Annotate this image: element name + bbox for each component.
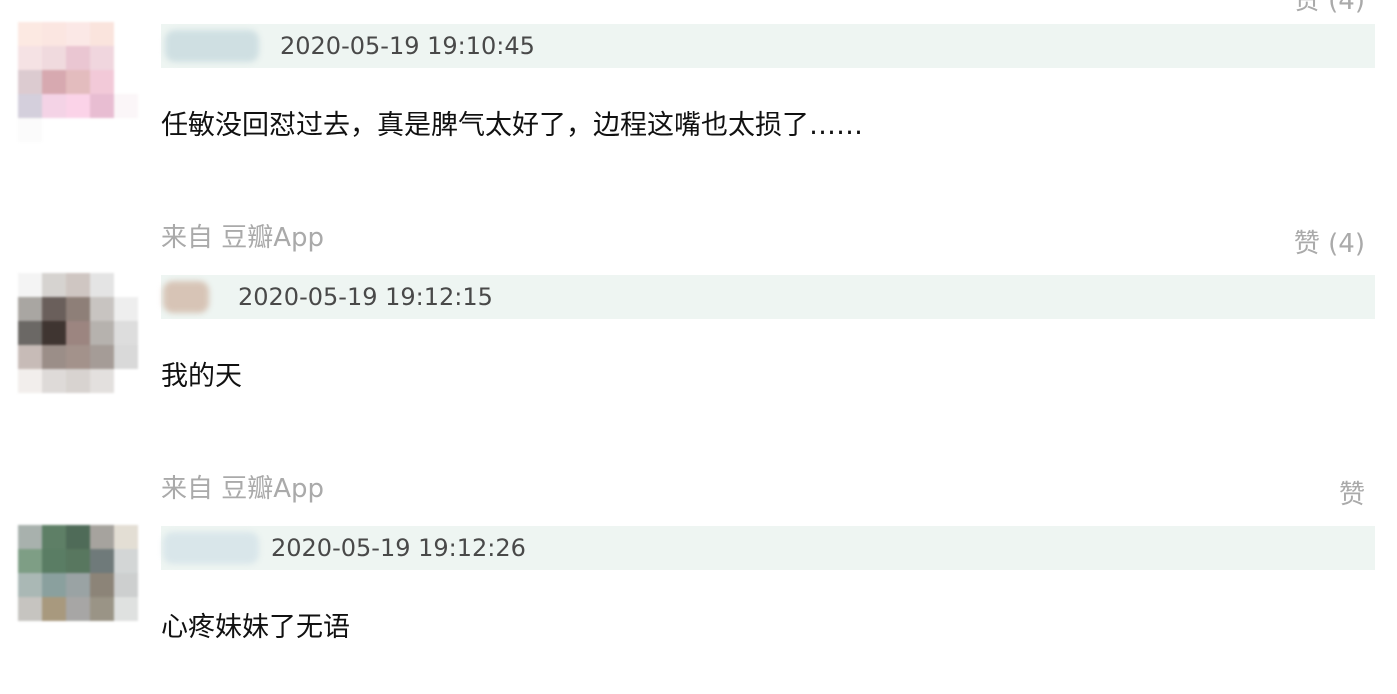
avatar-mosaic-cell <box>90 297 114 321</box>
avatar-mosaic-cell <box>90 22 114 46</box>
like-button[interactable]: 赞 <box>1339 474 1365 511</box>
comment-header: 2020-05-19 19:12:26 <box>161 526 1375 570</box>
avatar-mosaic-cell <box>66 597 90 621</box>
avatar-mosaic-cell <box>18 597 42 621</box>
avatar-mosaic-cell <box>114 621 138 645</box>
author-name-redacted[interactable] <box>165 30 259 62</box>
avatar-mosaic-cell <box>114 94 138 118</box>
avatar-mosaic-cell <box>90 321 114 345</box>
comment-text: 心疼妹妹了无语 <box>161 612 350 643</box>
avatar-mosaic-cell <box>42 273 66 297</box>
avatar-mosaic-cell <box>114 369 138 393</box>
avatar-mosaic-cell <box>18 273 42 297</box>
avatar-mosaic-cell <box>114 22 138 46</box>
avatar-mosaic-cell <box>90 525 114 549</box>
avatar-mosaic-cell <box>18 22 42 46</box>
avatar-mosaic-cell <box>18 46 42 70</box>
comment-text: 任敏没回怼过去，真是脾气太好了，边程这嘴也太损了…… <box>161 110 863 141</box>
avatar-mosaic-cell <box>66 525 90 549</box>
avatar-mosaic-cell <box>18 345 42 369</box>
avatar-mosaic-cell <box>114 573 138 597</box>
avatar-mosaic-cell <box>42 621 66 645</box>
avatar-mosaic-cell <box>66 70 90 94</box>
avatar-mosaic-cell <box>90 70 114 94</box>
avatar-mosaic-cell <box>18 297 42 321</box>
avatar-mosaic-cell <box>90 46 114 70</box>
avatar-mosaic-cell <box>90 369 114 393</box>
avatar-mosaic-cell <box>18 369 42 393</box>
avatar-mosaic-cell <box>42 525 66 549</box>
avatar[interactable] <box>18 22 138 142</box>
avatar-mosaic-cell <box>114 46 138 70</box>
comment-timestamp: 2020-05-19 19:10:45 <box>280 32 535 60</box>
avatar-mosaic-cell <box>114 118 138 142</box>
avatar-mosaic-cell <box>42 118 66 142</box>
avatar-mosaic-cell <box>42 549 66 573</box>
avatar-mosaic-cell <box>66 573 90 597</box>
avatar-mosaic-cell <box>42 94 66 118</box>
avatar-mosaic-cell <box>90 345 114 369</box>
avatar-mosaic-cell <box>114 70 138 94</box>
avatar-mosaic-cell <box>42 573 66 597</box>
avatar-mosaic-cell <box>66 22 90 46</box>
avatar-mosaic-cell <box>18 621 42 645</box>
avatar-mosaic-cell <box>114 321 138 345</box>
avatar-mosaic-cell <box>66 273 90 297</box>
avatar-mosaic-cell <box>18 94 42 118</box>
avatar-mosaic-cell <box>66 118 90 142</box>
comment-header: 2020-05-19 19:12:15 <box>161 275 1375 319</box>
avatar-mosaic-cell <box>114 525 138 549</box>
avatar-mosaic-cell <box>42 22 66 46</box>
avatar-mosaic-cell <box>114 597 138 621</box>
avatar-mosaic-cell <box>66 46 90 70</box>
avatar-mosaic-cell <box>90 273 114 297</box>
comment-source: 来自 豆瓣App <box>161 474 325 504</box>
avatar-mosaic-cell <box>18 118 42 142</box>
avatar-mosaic-cell <box>66 549 90 573</box>
avatar-mosaic-cell <box>90 573 114 597</box>
comment-timestamp: 2020-05-19 19:12:15 <box>238 283 493 311</box>
comment-text: 我的天 <box>161 361 242 392</box>
avatar-mosaic-cell <box>66 321 90 345</box>
avatar-mosaic-cell <box>90 597 114 621</box>
like-button[interactable]: 赞 (4) <box>1294 223 1365 260</box>
avatar-mosaic-cell <box>114 549 138 573</box>
avatar-mosaic-cell <box>66 94 90 118</box>
avatar-mosaic-cell <box>42 369 66 393</box>
comment-header: 2020-05-19 19:10:45 <box>161 24 1375 68</box>
avatar-mosaic-cell <box>90 621 114 645</box>
avatar-mosaic-cell <box>114 273 138 297</box>
avatar-mosaic-cell <box>90 94 114 118</box>
avatar-mosaic-cell <box>42 46 66 70</box>
avatar-mosaic-cell <box>42 597 66 621</box>
avatar[interactable] <box>18 273 138 393</box>
avatar[interactable] <box>18 525 138 645</box>
avatar-mosaic-cell <box>114 345 138 369</box>
avatar-mosaic-cell <box>66 621 90 645</box>
avatar-mosaic-cell <box>18 321 42 345</box>
avatar-mosaic-cell <box>66 345 90 369</box>
comment-timestamp: 2020-05-19 19:12:26 <box>271 534 526 562</box>
avatar-mosaic-cell <box>42 297 66 321</box>
author-name-redacted[interactable] <box>163 532 259 564</box>
avatar-mosaic-cell <box>18 573 42 597</box>
avatar-mosaic-cell <box>42 70 66 94</box>
avatar-mosaic-cell <box>66 297 90 321</box>
comment-source: 来自 豆瓣App <box>161 223 325 253</box>
avatar-mosaic-cell <box>42 321 66 345</box>
avatar-mosaic-cell <box>18 549 42 573</box>
avatar-mosaic-cell <box>18 525 42 549</box>
avatar-mosaic-cell <box>42 345 66 369</box>
avatar-mosaic-cell <box>114 297 138 321</box>
avatar-mosaic-cell <box>18 70 42 94</box>
avatar-mosaic-cell <box>90 118 114 142</box>
avatar-mosaic-cell <box>90 549 114 573</box>
comment-list: 赞 (4) 2020-05-19 19:10:45 任敏没回怼过去，真是脾气太好… <box>0 0 1397 694</box>
like-count-partial: 赞 (4) <box>1293 0 1365 16</box>
author-name-redacted[interactable] <box>163 281 209 313</box>
avatar-mosaic-cell <box>66 369 90 393</box>
